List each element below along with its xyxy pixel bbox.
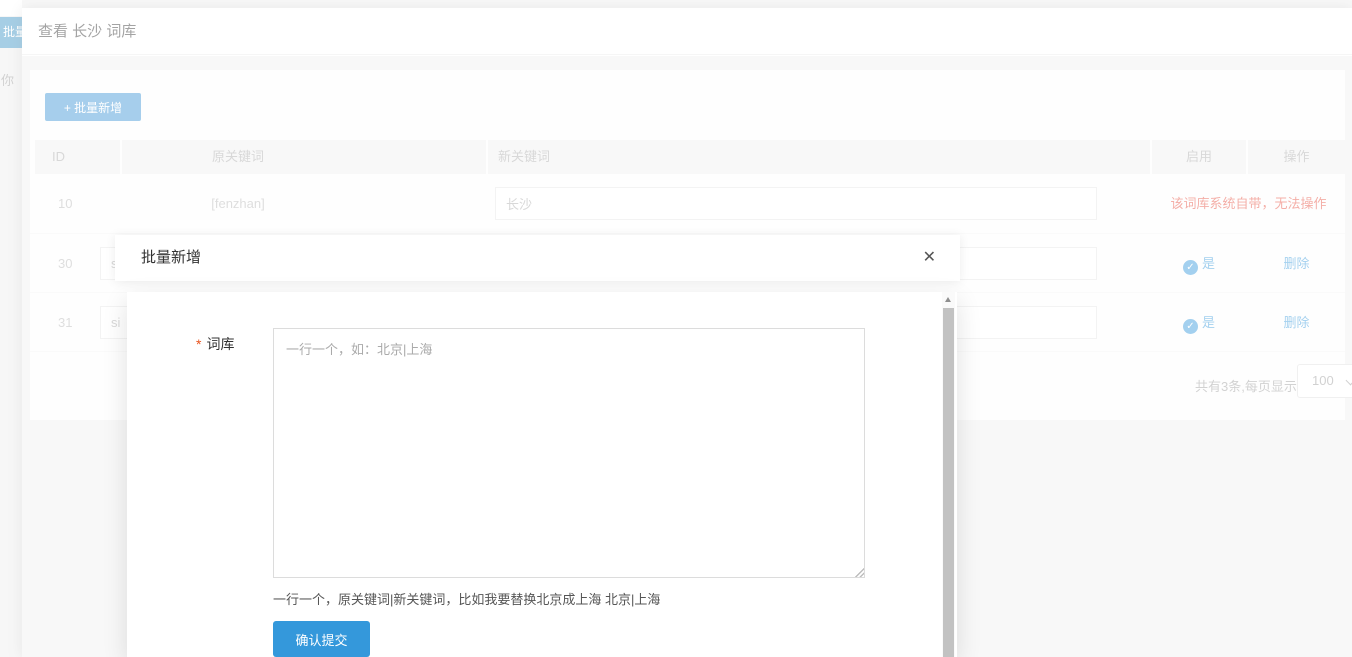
confirm-submit-button[interactable]: 确认提交 [273, 621, 370, 657]
check-circle-icon: ✓ [1183, 260, 1198, 275]
enabled-status: ✓是 [1152, 293, 1246, 352]
system-builtin-note: 该词库系统自带，无法操作 [1152, 174, 1345, 233]
required-asterisk: * [196, 336, 201, 352]
table-header: ID 原关键词 新关键词 启用 操作 [30, 140, 1345, 174]
modal-title: 批量新增 [141, 235, 201, 281]
chevron-down-icon [1346, 376, 1352, 386]
column-header-new-keyword: 新关键词 [488, 140, 1150, 174]
batch-add-button[interactable]: + 批量新增 [45, 93, 141, 121]
page-title: 查看 长沙 词库 [38, 8, 136, 55]
close-icon[interactable]: ✕ [923, 235, 936, 281]
batch-add-modal-body: * 词库 一行一个，原关键词|新关键词，比如我要替换北京成上海 北京|上海 确认提… [127, 292, 957, 657]
column-header-action: 操作 [1248, 140, 1345, 174]
old-keyword-value: [fenzhan] [122, 174, 486, 233]
page-size-value: 100 [1312, 373, 1334, 388]
scrollbar-thumb[interactable] [943, 308, 954, 657]
sidebar-text-fragment: 你 [1, 70, 15, 88]
label-text: 词库 [206, 336, 234, 352]
background-strip [0, 0, 22, 16]
new-keyword-input[interactable] [495, 187, 1097, 220]
delete-link[interactable]: 删除 [1283, 315, 1309, 330]
background-page: 批量 你 [0, 0, 22, 657]
drawer-header: 查看 长沙 词库 [22, 8, 1352, 55]
column-header-enabled: 启用 [1152, 140, 1246, 174]
pagination-summary: 共有3条,每页显示 [1195, 376, 1297, 395]
scrollbar-up-arrow-icon[interactable] [942, 292, 955, 306]
form-help-text: 一行一个，原关键词|新关键词，比如我要替换北京成上海 北京|上海 [273, 589, 660, 608]
column-header-id: ID [35, 140, 120, 174]
page-size-select[interactable]: 100 [1297, 364, 1352, 398]
row-id: 10 [35, 174, 120, 233]
enabled-status: ✓是 [1152, 234, 1246, 293]
batch-add-modal-header: 批量新增 ✕ [115, 235, 960, 281]
enabled-label: 是 [1202, 315, 1215, 330]
column-header-old-keyword: 原关键词 [122, 140, 486, 174]
table-row: 10 [fenzhan] 该词库系统自带，无法操作 [30, 174, 1345, 233]
delete-link[interactable]: 删除 [1283, 256, 1309, 271]
check-circle-icon: ✓ [1183, 319, 1198, 334]
library-textarea[interactable] [273, 328, 865, 578]
modal-scrollbar [942, 292, 955, 657]
enabled-label: 是 [1202, 256, 1215, 271]
sidebar-item-active[interactable]: 批量 [0, 17, 22, 48]
library-field-label: * 词库 [196, 334, 234, 354]
